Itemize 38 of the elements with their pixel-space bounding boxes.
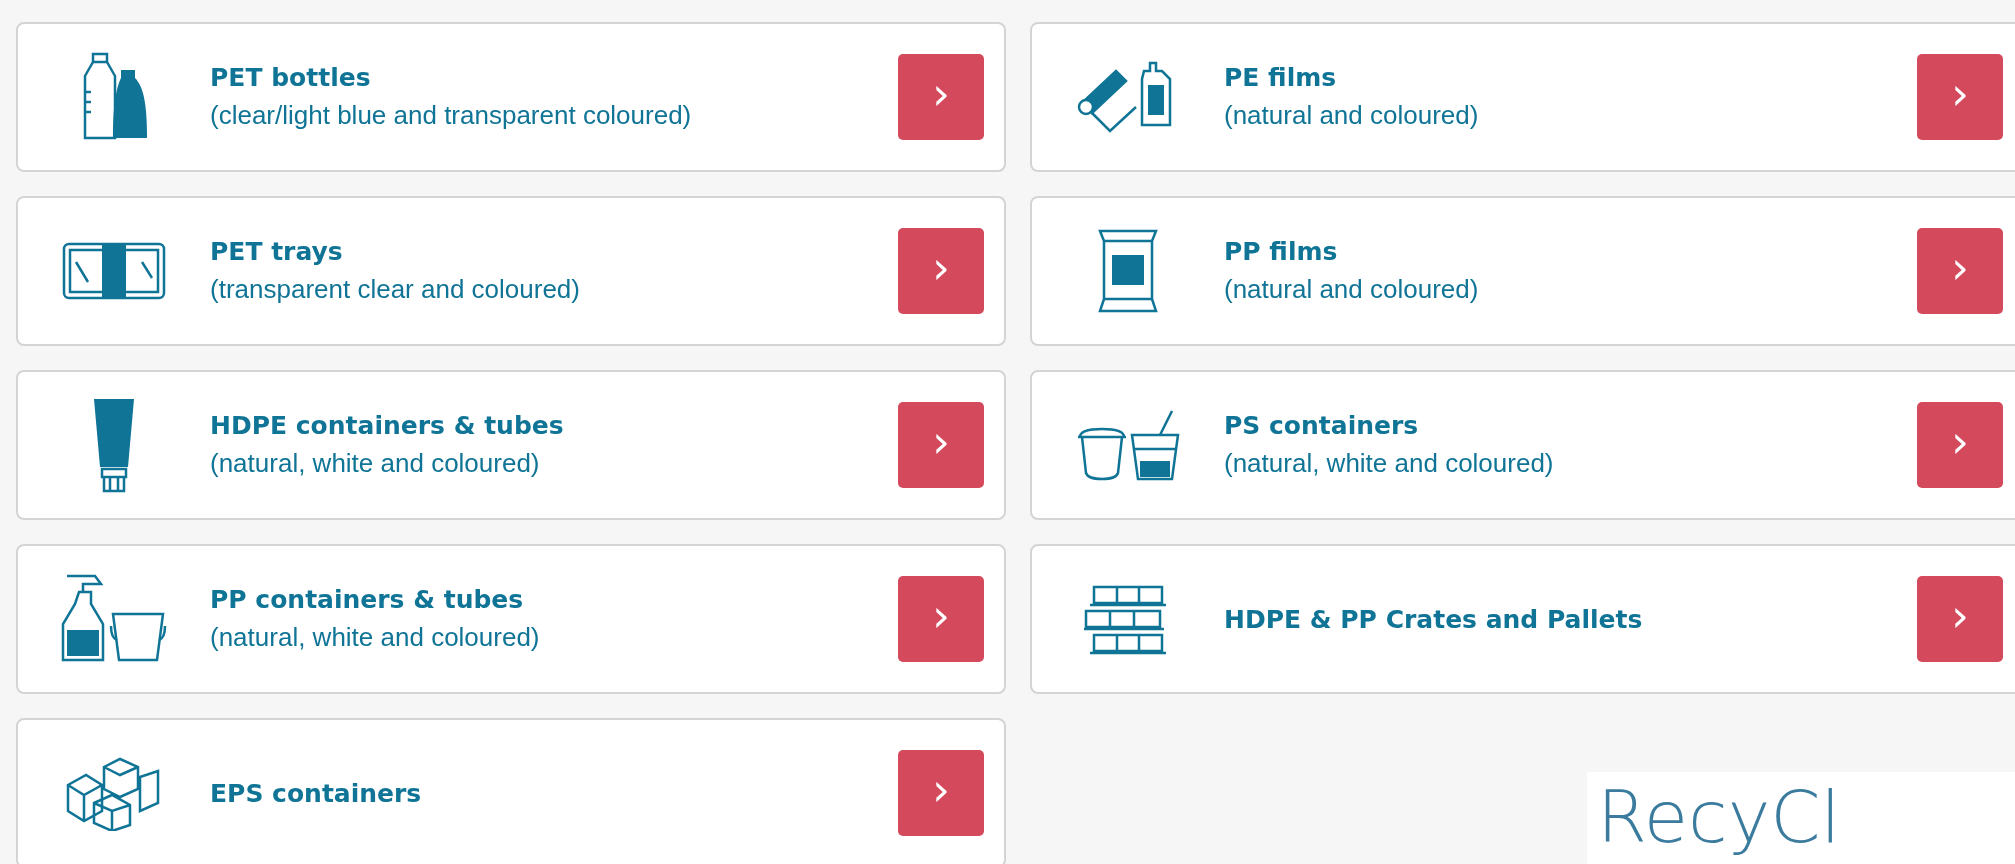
category-card[interactable]: EPS containers › <box>16 718 1006 864</box>
category-title: HDPE & PP Crates and Pallets <box>1224 604 1644 634</box>
open-button[interactable]: › <box>1917 576 2003 662</box>
logo-text: RecyCl <box>1596 774 1842 861</box>
category-subtitle: (natural and coloured) <box>1224 274 1480 305</box>
open-button[interactable]: › <box>1917 54 2003 140</box>
open-button[interactable]: › <box>1917 402 2003 488</box>
category-card[interactable]: PS containers (natural, white and coloured) › <box>1030 370 2015 520</box>
category-subtitle: (transparent clear and coloured) <box>210 274 581 305</box>
open-button[interactable]: › <box>898 228 984 314</box>
category-card[interactable]: PE films (natural and coloured) › <box>1030 22 2015 172</box>
category-card[interactable]: PET bottles (clear/light blue and transparent coloured) › <box>16 22 1006 172</box>
open-button[interactable]: › <box>898 54 984 140</box>
category-title: PET bottles <box>210 63 372 92</box>
open-button[interactable]: › <box>898 402 984 488</box>
open-button[interactable]: › <box>1917 228 2003 314</box>
bag-icon <box>1096 229 1160 313</box>
category-subtitle: (natural and coloured) <box>1224 100 1480 131</box>
category-card[interactable]: PP containers & tubes (natural, white and coloured) › <box>16 544 1006 694</box>
category-card[interactable]: PP films (natural and coloured) › <box>1030 196 2015 346</box>
category-title: PET trays <box>210 237 344 266</box>
category-subtitle: (natural, white and coloured) <box>210 448 541 479</box>
category-title: PE films <box>1224 63 1338 92</box>
category-card[interactable]: HDPE & PP Crates and Pallets › <box>1030 544 2015 694</box>
category-subtitle: (clear/light blue and transparent coloured) <box>210 100 693 131</box>
open-button[interactable]: › <box>898 576 984 662</box>
category-subtitle: (natural, white and coloured) <box>210 622 541 653</box>
category-title: PS containers <box>1224 411 1420 440</box>
category-title: EPS containers <box>210 778 423 808</box>
open-button[interactable]: › <box>898 750 984 836</box>
category-title: PP films <box>1224 237 1339 266</box>
category-title: PP containers & tubes <box>210 585 525 614</box>
category-title: HDPE containers & tubes <box>210 411 565 440</box>
tray-icon <box>62 242 166 300</box>
spray-bottle-bucket-icon <box>59 574 169 664</box>
category-subtitle: (natural, white and coloured) <box>1224 448 1555 479</box>
category-card[interactable]: HDPE containers & tubes (natural, white and coloured) › <box>16 370 1006 520</box>
category-card[interactable]: PET trays (transparent clear and coloured) › <box>16 196 1006 346</box>
